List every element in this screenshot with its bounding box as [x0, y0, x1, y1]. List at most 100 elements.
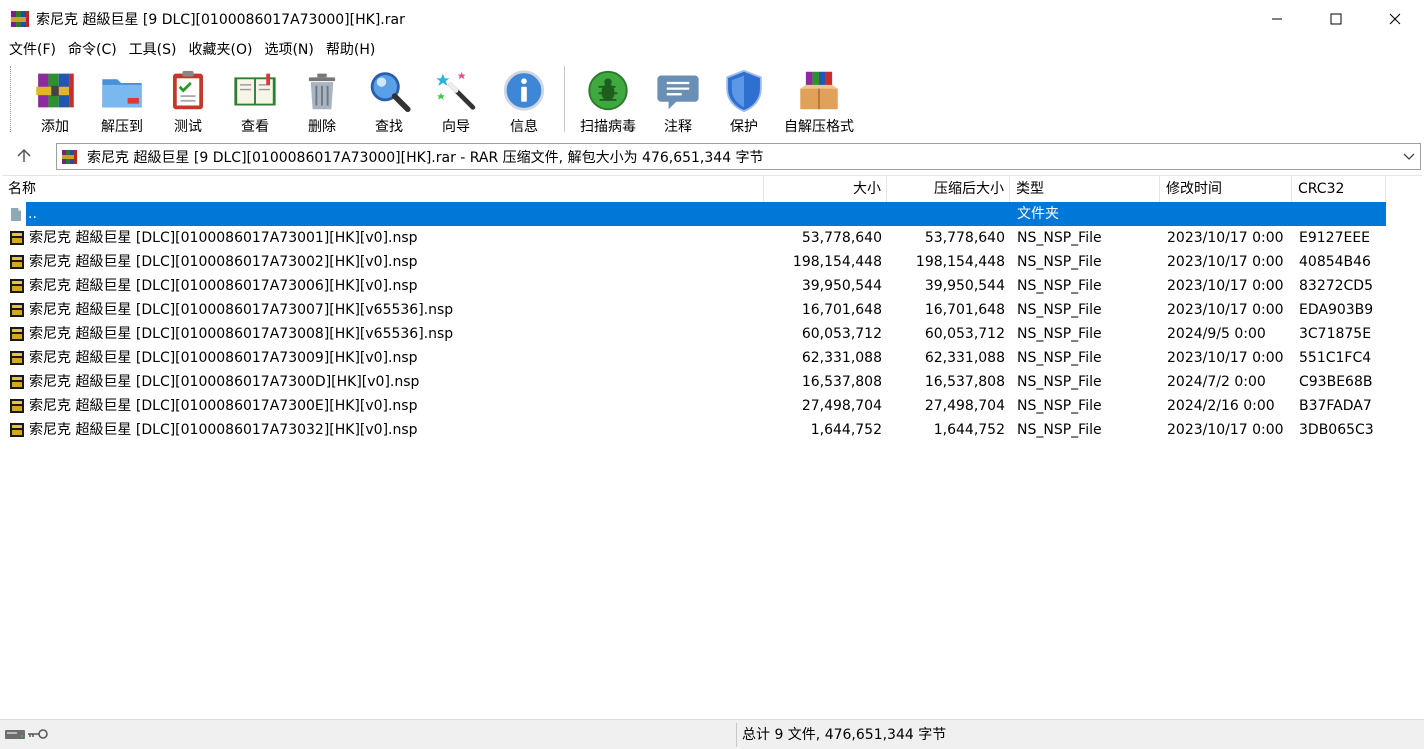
row-type: NS_NSP_File — [1017, 230, 1102, 246]
row-packed: 39,950,544 — [924, 278, 1005, 294]
up-level-button[interactable] — [0, 140, 48, 172]
test-clipboard-icon — [173, 70, 203, 110]
table-row[interactable]: 索尼克 超級巨星 [DLC][0100086017A73006][HK][v0]… — [2, 274, 1422, 298]
table-row[interactable]: 索尼克 超級巨星 [DLC][0100086017A73001][HK][v0]… — [2, 226, 1422, 250]
virus-scan-icon — [588, 70, 628, 111]
info-button[interactable]: 信息 — [490, 62, 558, 136]
maximize-button[interactable] — [1306, 0, 1365, 38]
nsp-file-icon — [10, 327, 24, 341]
row-crc: 3C71875E — [1299, 326, 1372, 342]
add-button[interactable]: 添加 — [20, 62, 90, 136]
row-modified: 2024/9/5 0:00 — [1167, 326, 1266, 342]
row-modified: 2023/10/17 0:00 — [1167, 422, 1284, 438]
magnifier-icon — [370, 72, 411, 113]
row-crc: C93BE68B — [1299, 374, 1373, 390]
virus-scan-button[interactable]: 扫描病毒 — [571, 62, 645, 136]
close-button[interactable] — [1365, 0, 1424, 38]
menu-favorites[interactable]: 收藏夹(O) — [183, 38, 259, 62]
extract-to-button[interactable]: 解压到 — [90, 62, 154, 136]
row-modified: 2023/10/17 0:00 — [1167, 278, 1284, 294]
menu-tools[interactable]: 工具(S) — [123, 38, 183, 62]
toolbar: 添加 解压到 测试 查看 删除 查找 向导 信息 扫描病毒 注释 保护 自解压格… — [0, 62, 1424, 138]
column-packed[interactable]: 压缩后大小 — [887, 176, 1010, 202]
selection-highlight — [26, 202, 1386, 226]
row-size: 39,950,544 — [801, 278, 882, 294]
menu-help[interactable]: 帮助(H) — [320, 38, 381, 62]
table-row[interactable]: 索尼克 超級巨星 [DLC][0100086017A73032][HK][v0]… — [2, 418, 1422, 442]
row-crc: 551C1FC4 — [1299, 350, 1372, 366]
extract-folder-icon — [102, 79, 142, 108]
table-row[interactable]: 索尼克 超級巨星 [DLC][0100086017A73002][HK][v0]… — [2, 250, 1422, 274]
column-size[interactable]: 大小 — [764, 176, 887, 202]
table-row[interactable]: 索尼克 超級巨星 [DLC][0100086017A7300E][HK][v0]… — [2, 394, 1422, 418]
rar-archive-icon — [62, 149, 77, 164]
minimize-button[interactable] — [1247, 0, 1306, 38]
view-label: 查看 — [241, 119, 269, 135]
extract-to-label: 解压到 — [101, 119, 143, 135]
test-label: 测试 — [174, 119, 202, 135]
menu-file[interactable]: 文件(F) — [3, 38, 62, 62]
column-header: 名称 大小 压缩后大小 类型 修改时间 CRC32 — [2, 176, 1422, 202]
protect-button[interactable]: 保护 — [711, 62, 777, 136]
row-modified: 2023/10/17 0:00 — [1167, 350, 1284, 366]
sfx-button[interactable]: 自解压格式 — [777, 62, 861, 136]
row-packed: 60,053,712 — [924, 326, 1005, 342]
nsp-file-icon — [10, 351, 24, 365]
menu-commands[interactable]: 命令(C) — [62, 38, 123, 62]
test-button[interactable]: 测试 — [154, 62, 222, 136]
info-icon — [503, 70, 545, 111]
row-crc: 40854B46 — [1299, 254, 1371, 270]
column-crc[interactable]: CRC32 — [1292, 176, 1386, 202]
virus-scan-label: 扫描病毒 — [580, 119, 636, 135]
drive-icon — [5, 730, 25, 739]
address-text: 索尼克 超級巨星 [9 DLC][0100086017A73000][HK].r… — [87, 149, 764, 166]
row-size: 60,053,712 — [801, 326, 882, 342]
nsp-file-icon — [10, 303, 24, 317]
parent-folder-row[interactable]: .. 文件夹 — [2, 202, 1422, 226]
table-row[interactable]: 索尼克 超級巨星 [DLC][0100086017A73007][HK][v65… — [2, 298, 1422, 322]
row-packed: 27,498,704 — [924, 398, 1005, 414]
row-type: NS_NSP_File — [1017, 278, 1102, 294]
row-type: NS_NSP_File — [1017, 302, 1102, 318]
nsp-file-icon — [10, 423, 24, 437]
close-icon — [1389, 13, 1400, 25]
row-name: 索尼克 超級巨星 [DLC][0100086017A73009][HK][v0]… — [29, 350, 418, 366]
folder-up-icon — [11, 208, 21, 221]
nsp-file-icon — [10, 231, 24, 245]
find-button[interactable]: 查找 — [356, 62, 422, 136]
column-type[interactable]: 类型 — [1010, 176, 1160, 202]
protect-label: 保护 — [730, 119, 758, 135]
table-row[interactable]: 索尼克 超級巨星 [DLC][0100086017A73009][HK][v0]… — [2, 346, 1422, 370]
nsp-file-icon — [10, 255, 24, 269]
key-icon — [28, 729, 48, 739]
chevron-down-icon[interactable] — [1402, 149, 1416, 163]
row-name: 索尼克 超級巨星 [DLC][0100086017A73032][HK][v0]… — [29, 422, 418, 438]
nsp-file-icon — [10, 399, 24, 413]
row-name: 索尼克 超級巨星 [DLC][0100086017A73007][HK][v65… — [29, 302, 454, 318]
row-type: 文件夹 — [1017, 206, 1059, 222]
table-row[interactable]: 索尼克 超級巨星 [DLC][0100086017A73008][HK][v65… — [2, 322, 1422, 346]
wizard-button[interactable]: 向导 — [422, 62, 490, 136]
trash-icon — [308, 73, 336, 110]
info-label: 信息 — [510, 119, 538, 135]
row-packed: 53,778,640 — [924, 230, 1005, 246]
row-crc: E9127EEE — [1299, 230, 1371, 246]
table-row[interactable]: 索尼克 超級巨星 [DLC][0100086017A7300D][HK][v0]… — [2, 370, 1422, 394]
address-bar[interactable]: 索尼克 超級巨星 [9 DLC][0100086017A73000][HK].r… — [56, 143, 1421, 170]
row-name: 索尼克 超級巨星 [DLC][0100086017A73001][HK][v0]… — [29, 230, 418, 246]
menu-options[interactable]: 选项(N) — [258, 38, 319, 62]
delete-button[interactable]: 删除 — [288, 62, 356, 136]
toolbar-grip[interactable] — [10, 66, 13, 132]
add-label: 添加 — [41, 119, 69, 135]
row-name: .. — [28, 206, 37, 222]
row-type: NS_NSP_File — [1017, 398, 1102, 414]
row-crc: 3DB065C3 — [1299, 422, 1374, 438]
status-icons — [5, 729, 48, 739]
column-modified[interactable]: 修改时间 — [1160, 176, 1292, 202]
column-name[interactable]: 名称 — [2, 176, 764, 202]
comment-button[interactable]: 注释 — [645, 62, 711, 136]
add-archive-icon — [36, 73, 74, 108]
row-type: NS_NSP_File — [1017, 254, 1102, 270]
view-button[interactable]: 查看 — [222, 62, 288, 136]
minimize-icon — [1271, 18, 1282, 20]
